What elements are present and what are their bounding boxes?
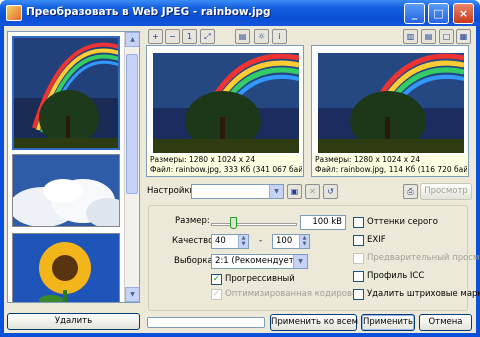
- quality-min-input[interactable]: 40 ▲ ▼: [211, 234, 249, 249]
- converted-info: Размеры: 1280 x 1024 x 24 Файл: rainbow.…: [313, 155, 467, 176]
- maximize-button[interactable]: □: [428, 3, 449, 24]
- delete-preset-icon[interactable]: ✕: [305, 184, 320, 199]
- exif-checkbox[interactable]: [353, 235, 364, 246]
- info-icon[interactable]: i: [272, 29, 287, 44]
- side-by-side-icon[interactable]: ▥: [403, 29, 418, 44]
- preview-button[interactable]: Просмотр: [420, 183, 472, 200]
- thumbnail-rainbow[interactable]: [12, 36, 120, 150]
- size-slider-track[interactable]: [211, 223, 297, 226]
- sunflower-thumbnail-image: [13, 234, 119, 302]
- apply-all-button[interactable]: Применить ко всем: [270, 314, 358, 331]
- reset-icon[interactable]: ↺: [323, 184, 338, 199]
- thumbnail-sunflower[interactable]: [12, 233, 120, 302]
- progressive-checkbox[interactable]: ✓: [211, 274, 222, 285]
- original-size-text: Размеры: 1280 x 1024 x 24: [150, 155, 256, 164]
- close-button[interactable]: ×: [453, 3, 474, 24]
- original-info: Размеры: 1280 x 1024 x 24 Файл: rainbow.…: [148, 155, 302, 176]
- fit-window-icon[interactable]: ⤢: [200, 29, 215, 44]
- quality-max-spinner[interactable]: ▲ ▼: [299, 235, 309, 248]
- zoom-in-icon[interactable]: +: [148, 29, 163, 44]
- save-icon[interactable]: ▣: [287, 184, 302, 199]
- quality-min-spinner[interactable]: ▲ ▼: [238, 235, 248, 248]
- quality-max-input[interactable]: 100 ▲ ▼: [272, 234, 310, 249]
- grayscale-checkbox[interactable]: [353, 217, 364, 228]
- original-image: [153, 53, 299, 153]
- settings-dropdown[interactable]: ▼: [191, 184, 284, 199]
- image-icon[interactable]: ▤: [235, 29, 250, 44]
- original-preview[interactable]: Размеры: 1280 x 1024 x 24 Файл: rainbow.…: [146, 45, 304, 177]
- preview-checkbox[interactable]: [353, 253, 364, 264]
- size-label: Размер:: [175, 216, 210, 226]
- optimized-checkbox[interactable]: ✓: [211, 289, 222, 300]
- quality-max-value: 100: [276, 236, 293, 246]
- scroll-thumb[interactable]: [126, 54, 138, 194]
- sampling-label: Выборка:: [174, 256, 216, 266]
- converted-size-text: Размеры: 1280 x 1024 x 24: [315, 155, 421, 164]
- converted-image: [318, 53, 464, 153]
- original-file-text: Файл: rainbow.jpg, 333 Кб (341 067 байт): [150, 165, 302, 174]
- size-input[interactable]: 100 kB: [300, 215, 346, 230]
- exif-label: EXIF: [367, 235, 386, 245]
- quality-dash: -: [259, 236, 263, 246]
- thumbnail-scrollbar[interactable]: ▲ ▼: [124, 32, 139, 302]
- converted-preview[interactable]: Размеры: 1280 x 1024 x 24 Файл: rainbow.…: [311, 45, 469, 177]
- printer-icon[interactable]: ⎙: [403, 184, 418, 199]
- minimize-button[interactable]: _: [404, 3, 425, 24]
- apply-button[interactable]: Применить: [361, 314, 415, 331]
- progressive-label: Прогрессивный: [225, 274, 295, 284]
- dialog-client: ▲ ▼ Удалить + − 1 ⤢ ▤ ☼ i ▥ ▤ □ ▦ Размер…: [4, 26, 480, 333]
- scroll-up-arrow-icon[interactable]: ▲: [125, 32, 139, 47]
- size-slider-thumb[interactable]: [230, 217, 237, 229]
- chevron-down-icon[interactable]: ▼: [293, 255, 307, 268]
- thumbnail-clouds[interactable]: [12, 154, 120, 227]
- window-title: Преобразовать в Web JPEG - rainbow.jpg: [26, 6, 271, 18]
- single-view-icon[interactable]: □: [439, 29, 454, 44]
- rainbow-thumbnail-image: [14, 38, 118, 148]
- sun-icon[interactable]: ☼: [254, 29, 269, 44]
- quality-label: Качество:: [172, 236, 217, 246]
- scroll-down-arrow-icon[interactable]: ▼: [125, 287, 139, 302]
- sampling-dropdown[interactable]: 2:1 (Рекомендуется) ▼: [211, 254, 308, 269]
- grayscale-label: Оттенки серого: [367, 217, 438, 227]
- optimized-label: Оптимизированная кодировка: [225, 289, 363, 299]
- actual-size-icon[interactable]: 1: [182, 29, 197, 44]
- quality-min-value: 40: [215, 236, 226, 246]
- dialog-window: Преобразовать в Web JPEG - rainbow.jpg _…: [0, 0, 480, 337]
- title-bar[interactable]: Преобразовать в Web JPEG - rainbow.jpg _…: [0, 0, 480, 26]
- zoom-out-icon[interactable]: −: [165, 29, 180, 44]
- clouds-thumbnail-image: [13, 155, 119, 226]
- remove-barcode-label: Удалить штриховые маркеры: [367, 289, 480, 299]
- preview-check-label: Предварительный просмотр: [367, 253, 480, 263]
- thumbnail-list[interactable]: ▲ ▼: [7, 31, 140, 303]
- icc-profile-label: Профиль ICC: [367, 271, 425, 281]
- horizontal-split-icon[interactable]: ▤: [421, 29, 436, 44]
- converted-file-text: Файл: rainbow.jpg, 114 Кб (116 720 байт): [315, 165, 467, 174]
- chevron-down-icon[interactable]: ▼: [269, 185, 283, 198]
- delete-button[interactable]: Удалить: [7, 313, 140, 330]
- remove-barcode-checkbox[interactable]: [353, 289, 364, 300]
- progress-bar: [147, 317, 265, 328]
- app-icon: [6, 5, 22, 21]
- cancel-button[interactable]: Отмена: [419, 314, 472, 331]
- compare-icon[interactable]: ▦: [456, 29, 471, 44]
- icc-profile-checkbox[interactable]: [353, 271, 364, 282]
